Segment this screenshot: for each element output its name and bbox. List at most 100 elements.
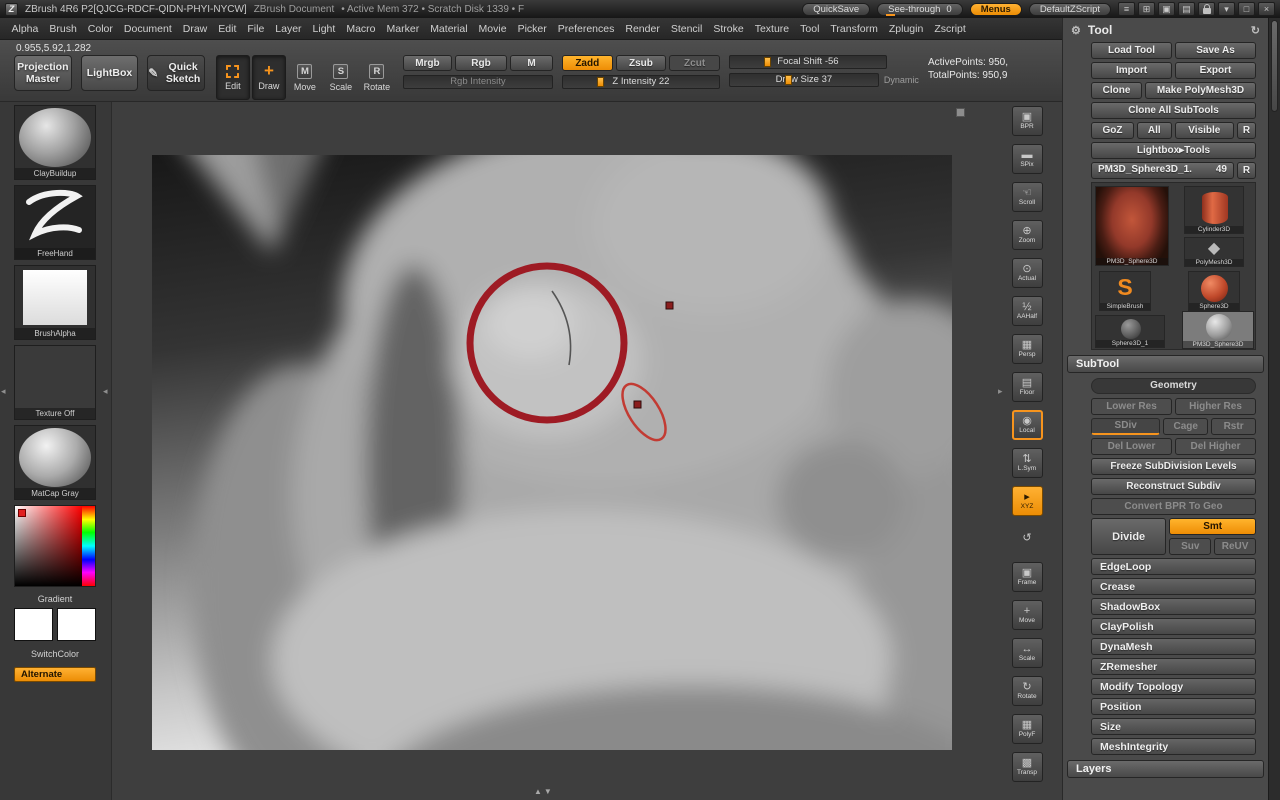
active-tool-thumbnail[interactable]: PM3D_Sphere3D (1095, 186, 1169, 266)
current-brush-button[interactable]: ClayBuildup (14, 105, 96, 180)
zsub-button[interactable]: Zsub (615, 55, 667, 71)
subpalette-header[interactable]: ClayPolish (1091, 618, 1256, 635)
gradient-button[interactable]: Gradient (14, 594, 96, 604)
right-shelf-button[interactable]: ↔ Scale (1011, 638, 1043, 668)
goz-r-button[interactable]: R (1237, 122, 1256, 139)
right-shelf-button[interactable]: ↺ (1012, 524, 1043, 554)
slider-handle[interactable] (597, 77, 605, 87)
right-shelf-button[interactable]: ◉ Local (1011, 410, 1043, 440)
tool-palette-header[interactable]: ⚙ Tool ↻ (1063, 18, 1268, 42)
right-shelf-button[interactable]: ▸ XYZ (1011, 486, 1043, 516)
subpalette-header[interactable]: DynaMesh (1091, 638, 1256, 655)
dynamic-label[interactable]: Dynamic (884, 75, 919, 85)
draw-mode-button[interactable]: + Draw (251, 55, 286, 100)
right-shelf-button[interactable]: ▬ SPix (1011, 144, 1043, 174)
menu-item[interactable]: Zplugin (883, 18, 928, 39)
zadd-button[interactable]: Zadd (561, 55, 613, 71)
menus-button[interactable]: Menus (969, 2, 1022, 16)
default-zscript-button[interactable]: DefaultZScript (1028, 2, 1111, 16)
rstr-button[interactable]: Rstr (1211, 418, 1257, 435)
menu-item[interactable]: Macro (341, 18, 381, 39)
make-polymesh3d-button[interactable]: Make PolyMesh3D (1145, 82, 1256, 99)
menu-item[interactable]: Transform (825, 18, 883, 39)
subpalette-header[interactable]: MeshIntegrity (1091, 738, 1256, 755)
geometry-section-header[interactable]: Geometry (1091, 378, 1256, 394)
left-tray-handle[interactable]: ◂ (103, 384, 108, 398)
color-picker[interactable] (14, 505, 96, 587)
m-button[interactable]: M (510, 55, 553, 71)
subpalette-header[interactable]: Size (1091, 718, 1256, 735)
copy-document-icon[interactable]: ▣ (1158, 2, 1175, 16)
sphere3d-thumbnail[interactable]: Sphere3D (1188, 271, 1240, 311)
save-as-button[interactable]: Save As (1175, 42, 1256, 59)
tray-scrollbar[interactable] (1268, 18, 1280, 800)
export-button[interactable]: Export (1175, 62, 1256, 79)
menu-item[interactable]: Alpha (6, 18, 44, 39)
goz-visible-button[interactable]: Visible (1174, 122, 1234, 139)
scale-mode-button[interactable]: S Scale (324, 55, 358, 100)
menu-item[interactable]: Draw (177, 18, 213, 39)
subpalette-header[interactable]: Modify Topology (1091, 678, 1256, 695)
canvas-scroll-arrows[interactable]: ▲▼ (534, 787, 554, 796)
right-shelf-button[interactable]: ☜ Scroll (1011, 182, 1043, 212)
grid-layout-icon[interactable]: ⊞ (1138, 2, 1155, 16)
menu-item[interactable]: Brush (44, 18, 82, 39)
current-texture-button[interactable]: Texture Off (14, 345, 96, 420)
secondary-color-swatch[interactable] (57, 608, 96, 641)
refresh-icon[interactable]: ↻ (1251, 24, 1260, 37)
menu-item[interactable]: Stroke (708, 18, 749, 39)
reconstruct-subdiv-button[interactable]: Reconstruct Subdiv (1091, 478, 1256, 495)
z-intensity-slider[interactable]: Z Intensity 22 (561, 75, 720, 89)
subpalette-header[interactable]: ZRemesher (1091, 658, 1256, 675)
menu-item[interactable]: Document (118, 18, 177, 39)
sphere3d-1-thumbnail[interactable]: Sphere3D_1 (1095, 315, 1165, 348)
simplebrush-thumbnail[interactable]: S SimpleBrush (1099, 271, 1151, 311)
import-button[interactable]: Import (1091, 62, 1172, 79)
right-shelf-button[interactable]: ▩ Transp (1011, 752, 1043, 782)
right-shelf-button[interactable]: ▣ BPR (1011, 106, 1043, 136)
convert-bpr-button[interactable]: Convert BPR To Geo (1091, 498, 1256, 515)
right-shelf-button[interactable]: ½ AAHalf (1011, 296, 1043, 326)
menu-item[interactable]: Zscript (929, 18, 972, 39)
current-material-button[interactable]: MatCap Gray (14, 425, 96, 500)
alternate-button[interactable]: Alternate (14, 667, 96, 682)
lightbox-button[interactable]: LightBox (80, 55, 139, 91)
move-mode-button[interactable]: M Move (288, 55, 322, 100)
right-shelf-button[interactable]: ▦ Persp (1011, 334, 1043, 364)
slider-handle[interactable] (784, 75, 792, 85)
menu-item[interactable]: Texture (749, 18, 794, 39)
canvas-resize-nub[interactable] (956, 108, 965, 117)
left-outer-tray-handle[interactable]: ◂ (1, 384, 6, 398)
subtool-section-header[interactable]: SubTool (1067, 355, 1264, 373)
right-shelf-button[interactable]: ▤ Floor (1011, 372, 1043, 402)
right-shelf-button[interactable]: ⊕ Zoom (1011, 220, 1043, 250)
subpalette-header[interactable]: Crease (1091, 578, 1256, 595)
menu-item[interactable]: Material (425, 18, 473, 39)
menu-item[interactable]: Movie (473, 18, 512, 39)
smt-button[interactable]: Smt (1169, 518, 1256, 535)
quick-sketch-button[interactable]: ✎ Quick Sketch (147, 55, 205, 91)
subpalette-header[interactable]: ShadowBox (1091, 598, 1256, 615)
menu-item[interactable]: Preferences (552, 18, 620, 39)
current-stroke-button[interactable]: FreeHand (14, 185, 96, 260)
switch-color[interactable] (14, 608, 96, 641)
divide-button[interactable]: Divide (1091, 518, 1167, 555)
slider-handle[interactable] (764, 57, 772, 67)
right-shelf-button[interactable]: ⊙ Actual (1011, 258, 1043, 288)
panel-config-icon[interactable]: ≡ (1118, 2, 1135, 16)
menu-item[interactable]: Marker (381, 18, 425, 39)
load-tool-button[interactable]: Load Tool (1091, 42, 1172, 59)
menu-item[interactable]: File (242, 18, 270, 39)
rgb-button[interactable]: Rgb (454, 55, 508, 71)
polymesh3d-thumbnail[interactable]: ◆ PolyMesh3D (1184, 237, 1244, 267)
reuv-button[interactable]: ReUV (1214, 538, 1257, 555)
edit-mode-button[interactable]: Edit (215, 55, 250, 100)
main-color-swatch[interactable] (14, 608, 53, 641)
paste-document-icon[interactable]: ▤ (1178, 2, 1195, 16)
lower-res-button[interactable]: Lower Res (1091, 398, 1172, 415)
goz-button[interactable]: GoZ (1091, 122, 1134, 139)
sdiv-slider[interactable]: SDiv (1091, 418, 1161, 435)
tool-r-button[interactable]: R (1237, 162, 1256, 179)
rotate-mode-button[interactable]: R Rotate (360, 55, 394, 100)
right-tray-handle[interactable]: ▸ (998, 384, 1003, 398)
